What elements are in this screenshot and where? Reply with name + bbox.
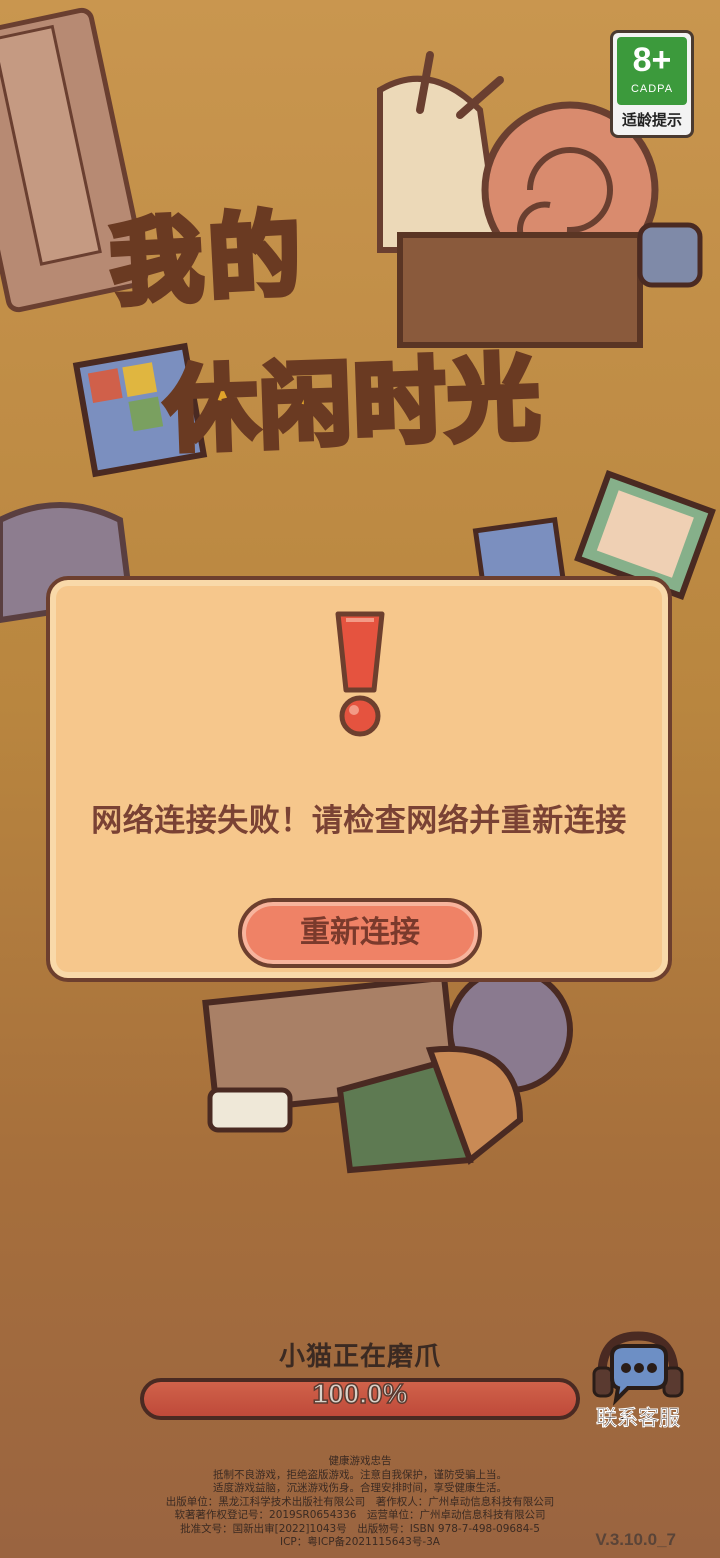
- footer-line: 出版单位：黑龙江科学技术出版社有限公司 著作权人：广州卓动信息科技有限公司: [165, 1495, 555, 1508]
- footer-line: 适度游戏益脑，沉迷游戏伤身。合理安排时间，享受健康生活。: [213, 1482, 507, 1494]
- age-rating-number: 8+: [632, 41, 672, 79]
- reconnect-button[interactable]: 重新连接: [238, 898, 482, 968]
- game-title-line1: 我的: [105, 198, 312, 321]
- footer-line: 软著著作权登记号：2019SR0654336 运营单位：广州卓动信息科技有限公司: [174, 1509, 546, 1521]
- loading-status-text: 小猫正在磨爪: [278, 1342, 441, 1372]
- game-title-line2: 休闲时光: [161, 341, 547, 467]
- loading-progress-label: 100.0%: [312, 1377, 408, 1410]
- footer-line: 抵制不良游戏，拒绝盗版游戏。注意自我保护，谨防受骗上当。: [213, 1468, 507, 1481]
- customer-support-button[interactable]: 联系客服: [588, 1328, 688, 1430]
- age-rating-tip: 适龄提示: [621, 111, 682, 129]
- exclamation-icon: [335, 611, 385, 737]
- age-rating-org: CADPA: [630, 83, 674, 95]
- footer-line: 健康游戏忠告: [328, 1455, 392, 1467]
- customer-support-label: 联系客服: [596, 1406, 680, 1430]
- girl-decoration: [202, 967, 573, 1174]
- age-rating-panel: 8+ CADPA: [617, 37, 687, 105]
- dialog-message: 网络连接失败！请检查网络并重新连接: [91, 803, 627, 839]
- age-rating-badge: 8+ CADPA 适龄提示: [610, 30, 694, 138]
- headset-chat-icon: [592, 1331, 684, 1406]
- version-label: V.3.10.0_7: [595, 1530, 676, 1549]
